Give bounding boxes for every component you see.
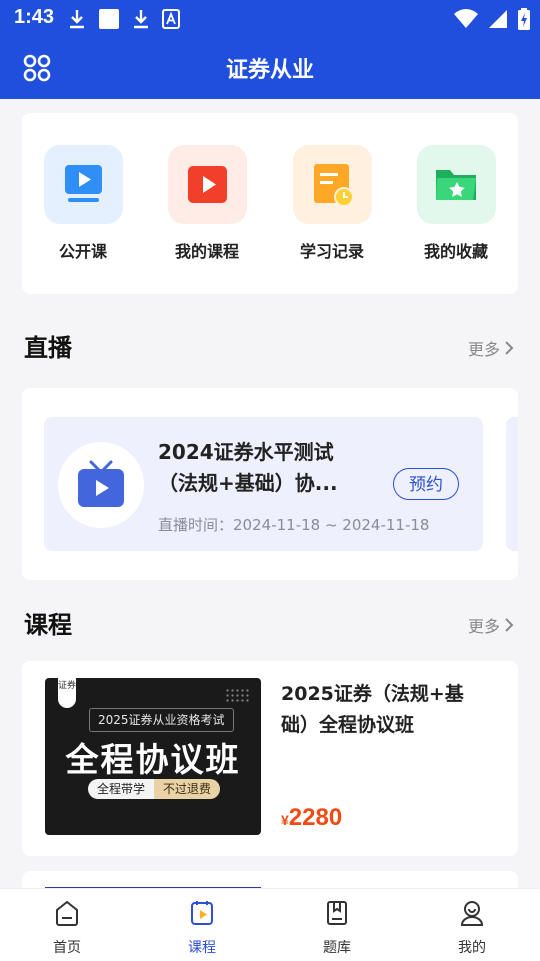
app-bar: 证券从业 bbox=[0, 38, 540, 99]
quick-action-open-course[interactable]: 公开课 bbox=[43, 145, 123, 262]
status-bar: 1:43 bbox=[0, 0, 540, 38]
tv-play-icon bbox=[58, 442, 144, 528]
monitor-play-icon bbox=[43, 145, 123, 224]
price-currency: ¥ bbox=[281, 812, 289, 828]
quick-actions-card: 公开课 我的课程 学习记录 我的收藏 bbox=[22, 113, 518, 294]
quick-action-my-courses[interactable]: 我的课程 bbox=[167, 145, 247, 262]
course-price: ¥2280 bbox=[281, 804, 342, 832]
more-label: 更多 bbox=[467, 617, 500, 636]
tab-label: 我的 bbox=[458, 940, 486, 956]
video-play-icon bbox=[167, 145, 247, 224]
live-item-time: 直播时间：2024-11-18 ~ 2024-11-18 bbox=[158, 514, 429, 535]
thumb-pill-left: 全程带学 bbox=[88, 779, 155, 799]
download-icon bbox=[134, 10, 148, 29]
quick-action-label: 我的课程 bbox=[174, 242, 239, 261]
quick-action-favorites[interactable]: 我的收藏 bbox=[416, 145, 496, 262]
course-card[interactable]: 证券 2025证券从业资格考试 全程协议班 全程带学 不过退费 2025证券（法… bbox=[22, 661, 518, 856]
course-title: 2025证券（法规+基础）全程协议班 bbox=[281, 683, 464, 736]
thumb-pill: 全程带学 不过退费 bbox=[88, 779, 221, 799]
tab-label: 题库 bbox=[323, 940, 351, 956]
price-value: 2280 bbox=[288, 804, 343, 831]
quick-action-label: 公开课 bbox=[58, 242, 107, 261]
home-icon bbox=[56, 900, 78, 926]
download-icon bbox=[70, 10, 84, 29]
thumb-main-title: 全程协议班 bbox=[65, 740, 241, 779]
wifi-icon bbox=[454, 9, 478, 28]
tab-profile[interactable]: 我的 bbox=[432, 899, 512, 957]
book-button[interactable]: 预约 bbox=[393, 468, 459, 500]
chevron-right-icon bbox=[505, 618, 514, 632]
tab-label: 课程 bbox=[188, 940, 216, 956]
quick-action-label: 学习记录 bbox=[299, 242, 364, 261]
live-section-title: 直播 bbox=[24, 334, 72, 362]
cell-signal-icon bbox=[489, 10, 507, 28]
course-thumbnail: 证券 2025证券从业资格考试 全程协议班 全程带学 不过退费 bbox=[45, 678, 261, 835]
folder-star-icon bbox=[416, 145, 496, 224]
decorative-dots bbox=[225, 688, 251, 704]
live-card: 2024证券水平测试（法规+基础）协... 预约 直播时间：2024-11-18… bbox=[22, 388, 518, 580]
quick-action-study-record[interactable]: 学习记录 bbox=[292, 145, 372, 262]
tab-courses[interactable]: 课程 bbox=[162, 899, 242, 957]
courses-section-title: 课程 bbox=[24, 611, 72, 639]
live-more-link[interactable]: 更多 bbox=[468, 336, 514, 360]
note-clock-icon bbox=[292, 145, 372, 224]
tab-label: 首页 bbox=[53, 940, 81, 956]
course-play-icon bbox=[191, 901, 213, 925]
chevron-right-icon bbox=[505, 341, 514, 355]
profile-icon bbox=[460, 901, 484, 926]
bottom-tab-bar: 首页 课程 题库 我的 bbox=[0, 888, 540, 961]
live-item[interactable]: 2024证券水平测试（法规+基础）协... 预约 直播时间：2024-11-18… bbox=[44, 417, 483, 551]
tab-question-bank[interactable]: 题库 bbox=[297, 899, 377, 957]
live-time-label: 直播时间： bbox=[158, 516, 234, 534]
courses-more-link[interactable]: 更多 bbox=[468, 613, 514, 637]
live-item-title: 2024证券水平测试（法规+基础）协... bbox=[158, 440, 338, 495]
tab-home[interactable]: 首页 bbox=[27, 899, 107, 957]
battery-charging-icon bbox=[518, 8, 530, 30]
thumb-subtitle: 2025证券从业资格考试 bbox=[89, 708, 234, 732]
thumb-pill-right: 不过退费 bbox=[154, 779, 221, 799]
page-title: 证券从业 bbox=[225, 58, 314, 83]
quick-action-label: 我的收藏 bbox=[423, 242, 488, 261]
more-label: 更多 bbox=[467, 340, 500, 359]
thumb-tag: 证券 bbox=[58, 678, 76, 708]
question-bank-book-icon bbox=[327, 901, 347, 925]
font-app-icon bbox=[162, 9, 180, 29]
status-time: 1:43 bbox=[14, 6, 55, 28]
live-item-next-peek[interactable] bbox=[506, 417, 518, 551]
image-icon bbox=[99, 9, 119, 29]
live-time-range: 2024-11-18 ~ 2024-11-18 bbox=[233, 516, 430, 534]
